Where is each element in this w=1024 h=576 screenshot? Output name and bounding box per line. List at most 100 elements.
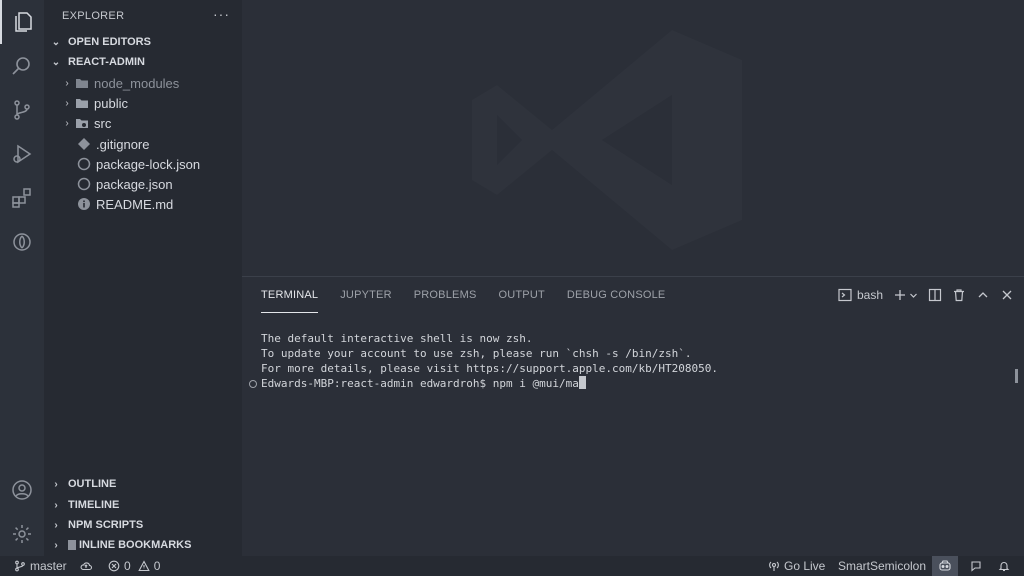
terminal-command: Edwards-MBP:react-admin edwardroh$ npm i…: [261, 377, 579, 390]
search-button[interactable]: [0, 44, 44, 88]
run-debug-button[interactable]: [0, 132, 44, 176]
terminal-prompt-line: Edwards-MBP:react-admin edwardroh$ npm i…: [261, 376, 718, 391]
status-bar: master 0 0 Go Live SmartSemicolon: [0, 556, 1024, 576]
terminal-icon: [838, 288, 852, 302]
tree-item-src[interactable]: › src: [44, 113, 242, 133]
tree-item-readme[interactable]: README.md: [44, 194, 242, 214]
feedback-icon: [971, 561, 981, 572]
vscode-logo-watermark: [472, 30, 742, 250]
section-timeline[interactable]: › TIMELINE: [44, 495, 242, 515]
smart-semicolon-button[interactable]: SmartSemicolon: [838, 556, 926, 576]
chevron-down-icon: ⌄: [51, 56, 61, 68]
chevron-down-icon: ⌄: [51, 36, 61, 48]
files-icon: [15, 12, 32, 32]
smart-semicolon-label: SmartSemicolon: [838, 559, 927, 573]
tree-item-public[interactable]: › public: [44, 93, 242, 113]
chevron-right-icon: ›: [65, 117, 69, 129]
tab-jupyter[interactable]: JUPYTER: [340, 277, 392, 313]
problems-status[interactable]: 0 0: [108, 556, 160, 576]
shell-name: bash: [856, 288, 883, 302]
ellipsis-icon[interactable]: ···: [213, 6, 230, 22]
folder-src-icon: [76, 119, 88, 128]
tab-output[interactable]: OUTPUT: [498, 277, 544, 313]
branch-icon: [15, 560, 25, 572]
go-live-label: Go Live: [784, 559, 826, 573]
copilot-button[interactable]: [932, 556, 958, 576]
notifications-button[interactable]: [998, 556, 1010, 576]
section-timeline-label: TIMELINE: [68, 499, 120, 511]
gitlens-button[interactable]: [0, 220, 44, 264]
sync-status[interactable]: [80, 556, 92, 576]
extensions-button[interactable]: [0, 176, 44, 220]
section-inline-bookmarks[interactable]: › INLINE BOOKMARKS: [44, 535, 242, 555]
explorer-button[interactable]: [0, 0, 44, 44]
tab-terminal[interactable]: TERMINAL: [261, 277, 319, 313]
chevron-right-icon: ›: [65, 97, 69, 109]
terminal-line: To update your account to use zsh, pleas…: [261, 347, 692, 360]
explorer-sidebar: EXPLORER ··· ⌄ OPEN EDITORS ⌄ REACT-ADMI…: [44, 0, 242, 556]
section-open-editors[interactable]: ⌄ OPEN EDITORS: [44, 32, 242, 52]
chevron-right-icon: ›: [54, 499, 58, 511]
terminal-output[interactable]: The default interactive shell is now zsh…: [261, 331, 718, 391]
tree-item-label: .gitignore: [96, 136, 150, 152]
section-npm-scripts[interactable]: › NPM SCRIPTS: [44, 515, 242, 535]
section-outline[interactable]: › OUTLINE: [44, 474, 242, 494]
tab-debug-console[interactable]: DEBUG CONSOLE: [567, 277, 666, 313]
source-control-icon: [14, 100, 30, 120]
chevron-up-icon[interactable]: [976, 288, 990, 302]
chevron-right-icon: ›: [54, 539, 58, 551]
tree-item-node-modules[interactable]: › node_modules: [44, 73, 242, 93]
accounts-button[interactable]: [0, 468, 44, 512]
vscode-window: EXPLORER ··· ⌄ OPEN EDITORS ⌄ REACT-ADMI…: [0, 0, 1024, 576]
run-debug-icon: [13, 144, 32, 164]
npm-icon: [77, 157, 91, 171]
tree-item-label: package.json: [96, 176, 173, 192]
split-terminal-icon[interactable]: [928, 288, 942, 302]
extensions-icon: [12, 188, 31, 208]
tree-item-label: package-lock.json: [96, 156, 201, 172]
terminal-selector[interactable]: bash: [838, 288, 883, 302]
terminal-scrollbar[interactable]: [1015, 369, 1018, 383]
broadcast-icon: [769, 561, 779, 571]
section-open-editors-label: OPEN EDITORS: [68, 36, 151, 48]
panel-tabs: TERMINAL JUPYTER PROBLEMS OUTPUT DEBUG C…: [242, 277, 687, 313]
error-icon: [108, 560, 120, 572]
terminal-line: The default interactive shell is now zsh…: [261, 332, 533, 345]
close-icon[interactable]: [1000, 288, 1014, 302]
account-icon: [12, 480, 32, 500]
search-icon: [12, 57, 30, 75]
section-npm-scripts-label: NPM SCRIPTS: [68, 519, 144, 531]
plus-icon[interactable]: [893, 288, 907, 302]
tab-problems[interactable]: PROBLEMS: [414, 277, 477, 313]
tree-item-label: public: [94, 95, 128, 111]
tree-item-label: src: [94, 115, 112, 131]
tree-item-gitignore[interactable]: .gitignore: [44, 134, 242, 154]
tree-item-package-lock[interactable]: package-lock.json: [44, 154, 242, 174]
panel-toolbar: bash: [838, 285, 1014, 305]
chevron-down-icon[interactable]: [909, 288, 918, 302]
command-decoration-icon: [249, 380, 257, 388]
gear-icon: [13, 525, 31, 543]
chevron-right-icon: ›: [54, 519, 58, 531]
warning-count: 0: [153, 559, 161, 573]
tree-item-package-json[interactable]: package.json: [44, 174, 242, 194]
go-live-button[interactable]: Go Live: [768, 556, 825, 576]
section-outline-label: OUTLINE: [68, 478, 117, 490]
tree-item-label: node_modules: [94, 75, 180, 91]
feedback-button[interactable]: [970, 556, 982, 576]
branch-name: master: [30, 559, 67, 573]
editor-area: [242, 0, 1024, 276]
folder-icon: [76, 99, 88, 108]
manage-button[interactable]: [0, 512, 44, 556]
trash-icon[interactable]: [952, 288, 966, 302]
bookmark-icon: [68, 540, 76, 550]
warning-icon: [137, 560, 150, 572]
npm-icon: [77, 177, 91, 191]
chevron-right-icon: ›: [54, 478, 58, 490]
chevron-right-icon: ›: [65, 77, 69, 89]
section-project[interactable]: ⌄ REACT-ADMIN: [44, 52, 242, 72]
branch-status[interactable]: master: [14, 556, 67, 576]
section-project-label: REACT-ADMIN: [68, 56, 145, 68]
folder-icon: [76, 79, 88, 88]
source-control-button[interactable]: [0, 88, 44, 132]
